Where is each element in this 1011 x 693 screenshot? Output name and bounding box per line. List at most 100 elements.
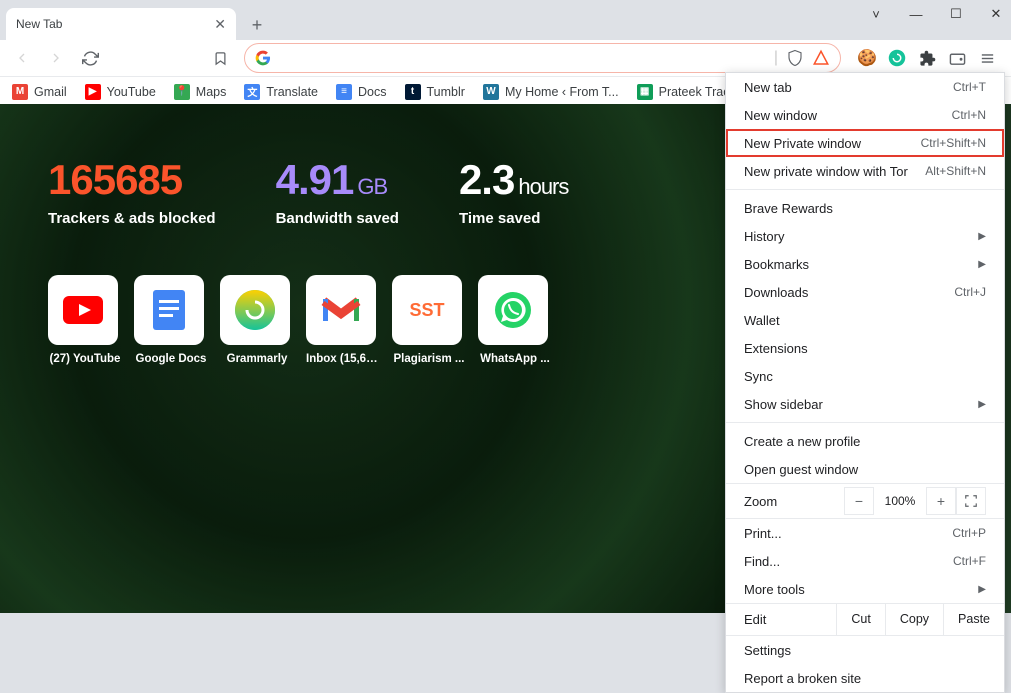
menu-item[interactable]: New Private windowCtrl+Shift+N (726, 129, 1004, 157)
close-window-icon[interactable]: ✕ (987, 6, 1005, 22)
bookmark-favicon: M (12, 84, 28, 100)
zoom-label: Zoom (744, 494, 844, 509)
bookmark-item[interactable]: M Gmail (12, 84, 67, 100)
wallet-icon[interactable] (947, 48, 967, 68)
extension-grammarly-icon[interactable] (887, 48, 907, 68)
menu-item[interactable]: Settings (726, 636, 1004, 664)
main-menu: New tabCtrl+TNew windowCtrl+NNew Private… (725, 72, 1005, 693)
bookmark-item[interactable]: ▶YouTube (85, 84, 156, 100)
zoom-in-button[interactable]: + (926, 487, 956, 515)
menu-button[interactable] (977, 48, 997, 68)
toolbar: | 🍪 (0, 40, 1011, 76)
bookmark-label: Docs (358, 85, 386, 99)
menu-item-label: Show sidebar (744, 397, 823, 412)
bookmark-item[interactable]: tTumblr (405, 84, 465, 100)
back-button[interactable] (8, 44, 36, 72)
paste-button[interactable]: Paste (943, 604, 1004, 635)
menu-item[interactable]: Find...Ctrl+F (726, 547, 1004, 575)
menu-item[interactable]: More tools ▶ (726, 575, 1004, 603)
submenu-arrow-icon: ▶ (978, 399, 986, 410)
zoom-row: Zoom−100%+ (726, 483, 1004, 519)
menu-item[interactable]: Print...Ctrl+P (726, 519, 1004, 547)
bookmark-favicon: 📍 (174, 84, 190, 100)
menu-item-label: Report a broken site (744, 671, 861, 686)
bookmark-page-icon[interactable] (206, 44, 234, 72)
stat-bandwidth: 4.91GB Bandwidth saved (276, 156, 399, 227)
brave-rewards-icon[interactable] (812, 49, 830, 67)
edit-label: Edit (726, 604, 836, 635)
menu-item-label: History (744, 229, 784, 244)
top-site-tile[interactable]: Google Docs (134, 275, 208, 365)
menu-item[interactable]: Report a broken site (726, 664, 1004, 692)
bookmark-item[interactable]: 文Translate (244, 84, 318, 100)
menu-item-label: More tools (744, 582, 805, 597)
forward-button[interactable] (42, 44, 70, 72)
bookmark-label: Translate (266, 85, 318, 99)
tile-icon (478, 275, 548, 345)
top-site-tile[interactable]: (27) YouTube (48, 275, 122, 365)
menu-item[interactable]: Brave Rewards (726, 194, 1004, 222)
bookmark-item[interactable]: 📍Maps (174, 84, 227, 100)
tile-label: Plagiarism ... (392, 353, 466, 365)
bookmark-label: Tumblr (427, 85, 465, 99)
bookmark-item[interactable]: WMy Home ‹ From T... (483, 84, 619, 100)
bookmark-item[interactable]: ▦Prateek Track (637, 84, 736, 100)
top-site-tile[interactable]: Grammarly (220, 275, 294, 365)
menu-item[interactable]: New tabCtrl+T (726, 73, 1004, 101)
google-icon (255, 50, 271, 66)
menu-item[interactable]: Bookmarks▶ (726, 250, 1004, 278)
menu-item[interactable]: DownloadsCtrl+J (726, 278, 1004, 306)
extension-cookie-icon[interactable]: 🍪 (857, 48, 877, 68)
tab-strip: New Tab ✕ + (0, 8, 1011, 40)
tile-icon (134, 275, 204, 345)
brave-shields-icon[interactable] (786, 49, 804, 67)
tile-icon (220, 275, 290, 345)
bookmark-favicon: ▦ (637, 84, 653, 100)
menu-item[interactable]: Wallet (726, 306, 1004, 334)
new-tab-button[interactable]: + (242, 10, 272, 40)
menu-item[interactable]: Extensions (726, 334, 1004, 362)
tile-label: WhatsApp ... (478, 353, 552, 365)
stat-trackers: 165685 Trackers & ads blocked (48, 156, 216, 227)
menu-item[interactable]: History ▶ (726, 222, 1004, 250)
top-site-tile[interactable]: WhatsApp ... (478, 275, 552, 365)
address-bar[interactable]: | (244, 43, 841, 73)
menu-item[interactable]: Open guest window (726, 455, 1004, 483)
maximize-icon[interactable]: ☐ (947, 6, 965, 22)
divider: | (774, 49, 778, 67)
fullscreen-button[interactable] (956, 487, 986, 515)
chevron-down-icon[interactable]: ˅ (867, 7, 885, 22)
submenu-arrow-icon: ▶ (978, 231, 986, 242)
menu-item-label: Settings (744, 643, 791, 658)
zoom-value: 100% (874, 494, 926, 508)
minimize-icon[interactable]: — (907, 7, 925, 22)
tile-icon (306, 275, 376, 345)
copy-button[interactable]: Copy (885, 604, 943, 635)
reload-button[interactable] (76, 44, 104, 72)
menu-item-label: Wallet (744, 313, 780, 328)
bookmark-item[interactable]: ≡ Docs (336, 84, 386, 100)
menu-item[interactable]: New private window with TorAlt+Shift+N (726, 157, 1004, 185)
menu-item[interactable]: Sync (726, 362, 1004, 390)
zoom-out-button[interactable]: − (844, 487, 874, 515)
tile-icon (48, 275, 118, 345)
top-site-tile[interactable]: Inbox (15,666) (306, 275, 380, 365)
menu-item[interactable]: Show sidebar ▶ (726, 390, 1004, 418)
menu-shortcut: Ctrl+F (953, 554, 986, 568)
cut-button[interactable]: Cut (836, 604, 884, 635)
menu-shortcut: Ctrl+P (952, 526, 986, 540)
close-icon[interactable]: ✕ (214, 16, 226, 33)
menu-shortcut: Alt+Shift+N (925, 164, 986, 178)
menu-item[interactable]: Create a new profile (726, 427, 1004, 455)
tile-label: Inbox (15,666) (306, 353, 380, 365)
browser-tab[interactable]: New Tab ✕ (6, 8, 236, 40)
menu-shortcut: Ctrl+T (953, 80, 986, 94)
submenu-arrow-icon: ▶ (978, 584, 986, 595)
menu-item[interactable]: New windowCtrl+N (726, 101, 1004, 129)
top-site-tile[interactable]: SSTPlagiarism ... (392, 275, 466, 365)
tile-label: Google Docs (134, 353, 208, 365)
bookmark-favicon: ≡ (336, 84, 352, 100)
bookmark-label: Gmail (34, 85, 67, 99)
url-input[interactable] (279, 51, 766, 66)
extensions-icon[interactable] (917, 48, 937, 68)
